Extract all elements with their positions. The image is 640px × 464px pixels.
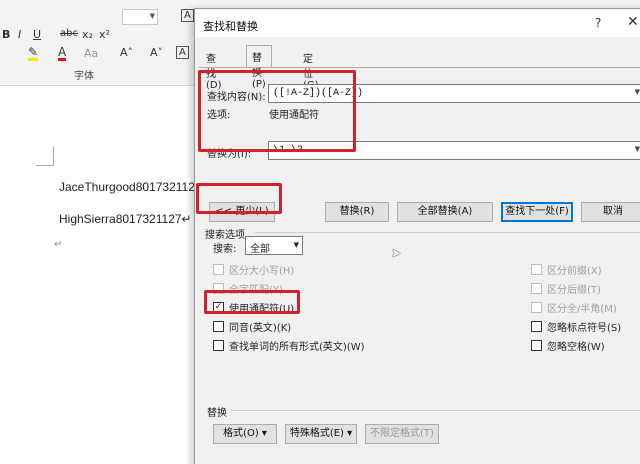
document-line[interactable]: HighSierra8017321127↵ xyxy=(59,212,192,226)
checkbox-label: 全字匹配(Y) xyxy=(229,285,283,296)
shrink-font-button[interactable]: A˅ xyxy=(150,46,163,59)
underline-button[interactable]: U xyxy=(33,28,41,41)
checkbox-box xyxy=(531,283,542,294)
match-prefix-checkbox[interactable]: 区分前缀(X) xyxy=(531,262,602,277)
replace-with-value: \1 \2 xyxy=(273,145,304,156)
match-case-checkbox[interactable]: 区分大小写(H) xyxy=(213,262,294,277)
search-direction-label: 搜索: xyxy=(213,244,237,255)
whole-word-checkbox[interactable]: 全字匹配(Y) xyxy=(213,281,283,296)
checkbox-label: 查找单词的所有形式(英文)(W) xyxy=(229,342,365,353)
checkbox-box xyxy=(213,340,224,351)
options-label: 选项: xyxy=(207,110,231,121)
find-replace-dialog: 查找和替换 ? ✕ 查找(D) 替换(P) 定位(G) 查找内容(N): ([!… xyxy=(194,8,640,464)
dialog-title: 查找和替换 xyxy=(203,20,258,33)
paragraph-mark: ↵ xyxy=(54,239,63,250)
tab-find[interactable]: 查找(D) xyxy=(201,47,227,91)
checkbox-label: 使用通配符(U) xyxy=(229,304,295,315)
tab-replace[interactable]: 替换(P) xyxy=(246,45,272,90)
close-icon[interactable]: ✕ xyxy=(627,14,639,30)
find-what-label: 查找内容(N): xyxy=(207,92,266,103)
find-next-button[interactable]: 查找下一处(F) xyxy=(501,202,573,222)
replace-with-label: 替换为(I): xyxy=(207,149,252,160)
change-case-button[interactable]: Aa xyxy=(84,47,98,60)
checkbox-label: 忽略标点符号(S) xyxy=(547,323,622,334)
chevron-down-icon: ▼ xyxy=(149,12,155,20)
mouse-cursor-icon: ➤ xyxy=(391,246,402,260)
checkbox-label: 区分全/半角(M) xyxy=(547,304,617,315)
font-size-dropdown[interactable]: ▼ xyxy=(122,9,158,25)
replace-button[interactable]: 替换(R) xyxy=(325,202,389,222)
section-divider xyxy=(255,232,640,233)
checkbox-label: 区分前缀(X) xyxy=(547,266,602,277)
bold-button[interactable]: B xyxy=(2,28,10,41)
grow-font-button[interactable]: A˄ xyxy=(120,46,133,59)
dialog-title-bar[interactable]: 查找和替换 ? ✕ xyxy=(195,9,640,37)
clear-format-icon[interactable]: A xyxy=(181,9,194,22)
checkbox-label: 区分后缀(T) xyxy=(547,285,601,296)
sounds-like-checkbox[interactable]: 同音(英文)(K) xyxy=(213,319,291,334)
use-wildcards-checkbox[interactable]: ✓ 使用通配符(U) xyxy=(213,300,294,315)
char-border-icon[interactable]: A xyxy=(176,46,189,59)
replace-all-button[interactable]: 全部替换(A) xyxy=(397,202,493,222)
document-line[interactable]: JaceThurgood801732112 xyxy=(59,180,195,194)
chevron-down-icon[interactable]: ▼ xyxy=(635,145,640,153)
special-button[interactable]: 特殊格式(E) ▾ xyxy=(285,424,357,444)
tab-goto[interactable]: 定位(G) xyxy=(298,47,324,91)
less-button[interactable]: << 更少(L) xyxy=(209,202,275,222)
replace-tab-panel: 查找内容(N): ([!A-Z])([A-Z]) ▼ 选项: 使用通配符 替换为… xyxy=(199,67,640,464)
page-corner-mark xyxy=(36,146,54,166)
checkbox-box xyxy=(213,264,224,275)
ribbon-group-label: 字体 xyxy=(74,71,94,82)
checkbox-box xyxy=(213,321,224,332)
checkbox-box xyxy=(531,302,542,313)
strikethrough-button[interactable]: abc xyxy=(60,28,78,39)
highlighter-icon[interactable]: ✎ xyxy=(28,46,39,61)
match-width-checkbox[interactable]: 区分全/半角(M) xyxy=(531,300,617,315)
search-options-title: 搜索选项 xyxy=(205,230,245,241)
search-direction-value: 全部 xyxy=(250,244,270,255)
help-button[interactable]: ? xyxy=(595,16,601,30)
no-formatting-button[interactable]: 不限定格式(T) xyxy=(365,424,439,444)
font-color-icon[interactable]: A xyxy=(58,46,67,61)
checkbox-label: 忽略空格(W) xyxy=(547,342,605,353)
checkbox-label: 区分大小写(H) xyxy=(229,266,295,277)
ignore-space-checkbox[interactable]: 忽略空格(W) xyxy=(531,338,605,353)
all-word-forms-checkbox[interactable]: 查找单词的所有形式(英文)(W) xyxy=(213,338,365,353)
match-suffix-checkbox[interactable]: 区分后缀(T) xyxy=(531,281,601,296)
format-button[interactable]: 格式(O) ▾ xyxy=(213,424,277,444)
find-what-input[interactable]: ([!A-Z])([A-Z]) ▼ xyxy=(268,84,640,103)
section-divider xyxy=(231,410,640,411)
search-direction-select[interactable]: 全部 ▼ xyxy=(245,236,303,255)
chevron-down-icon[interactable]: ▼ xyxy=(635,88,640,96)
chevron-down-icon: ▼ xyxy=(293,241,299,249)
check-icon: ✓ xyxy=(213,302,224,313)
checkbox-box xyxy=(531,321,542,332)
ignore-punctuation-checkbox[interactable]: 忽略标点符号(S) xyxy=(531,319,621,334)
replace-section-title: 替换 xyxy=(207,408,227,419)
checkbox-label: 同音(英文)(K) xyxy=(229,323,292,334)
cancel-button[interactable]: 取消 xyxy=(581,202,640,222)
options-value: 使用通配符 xyxy=(269,110,319,121)
checkbox-box xyxy=(531,340,542,351)
replace-with-input[interactable]: \1 \2 ▼ xyxy=(268,141,640,160)
italic-button[interactable]: I xyxy=(18,28,21,41)
find-what-value: ([!A-Z])([A-Z]) xyxy=(273,88,364,99)
superscript-button[interactable]: x² xyxy=(99,28,110,41)
checkbox-box xyxy=(213,283,224,294)
subscript-button[interactable]: x₂ xyxy=(82,28,93,41)
checkbox-box xyxy=(531,264,542,275)
